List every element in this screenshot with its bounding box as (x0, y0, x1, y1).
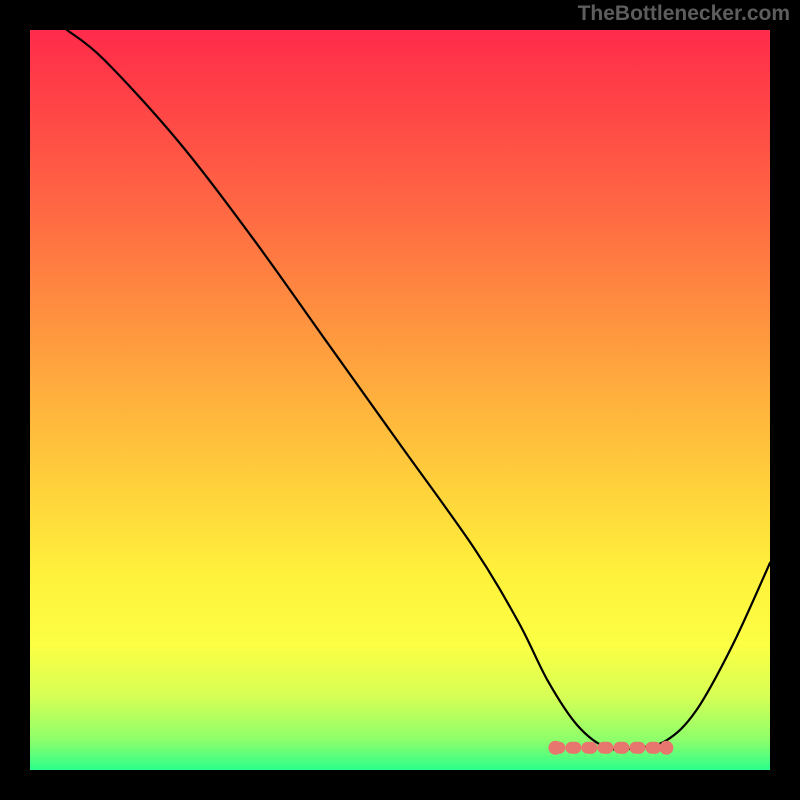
source-attribution: TheBottlenecker.com (578, 2, 790, 26)
plot-area (30, 30, 770, 770)
bottleneck-curve (67, 30, 770, 750)
optimal-zone-start-dot (548, 741, 562, 755)
chart-frame: TheBottlenecker.com (0, 0, 800, 800)
optimal-zone-end-dot (659, 741, 673, 755)
curve-layer (30, 30, 770, 770)
